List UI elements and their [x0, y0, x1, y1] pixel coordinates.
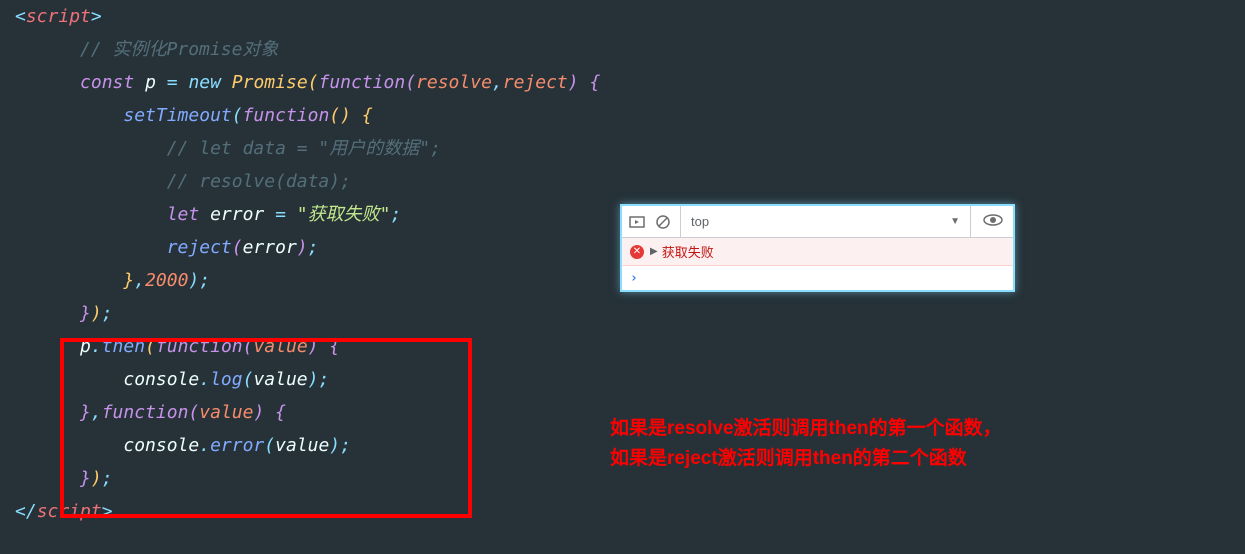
param-reject: reject: [503, 72, 568, 93]
paren: (: [243, 336, 254, 357]
clear-console-icon[interactable]: [654, 213, 672, 231]
context-selector[interactable]: top ▼: [680, 206, 971, 237]
context-label: top: [691, 214, 709, 229]
comment-line: // let data = "用户的数据";: [167, 138, 441, 159]
paren: (: [145, 336, 156, 357]
number-literal: 2000: [145, 270, 188, 291]
let-keyword: let: [167, 204, 200, 225]
expand-arrow-icon[interactable]: ▶: [650, 246, 658, 257]
variable-p: p: [80, 336, 91, 357]
paren: ): [91, 303, 102, 324]
paren: ): [568, 72, 579, 93]
function-keyword: function: [102, 402, 189, 423]
paren: ): [297, 237, 308, 258]
brace: {: [275, 402, 286, 423]
equals: =: [275, 204, 286, 225]
brace: }: [80, 468, 91, 489]
paren: (: [405, 72, 416, 93]
tag-close-bracket: >: [102, 501, 113, 522]
paren: ): [188, 270, 199, 291]
error-method: error: [210, 435, 264, 456]
tag-open-bracket: <: [15, 6, 26, 27]
const-keyword: const: [80, 72, 134, 93]
function-keyword: function: [156, 336, 243, 357]
paren: ): [91, 468, 102, 489]
paren: ): [308, 336, 319, 357]
tag-close-bracket: >: [91, 6, 102, 27]
reject-call: reject: [167, 237, 232, 258]
console-object: console: [123, 369, 199, 390]
error-icon: ✕: [630, 245, 644, 259]
brace: }: [80, 303, 91, 324]
paren: (): [329, 105, 351, 126]
equals: =: [167, 72, 178, 93]
brace: {: [362, 105, 373, 126]
arg-value: value: [275, 435, 329, 456]
paren: (: [188, 402, 199, 423]
error-message: 获取失败: [662, 242, 714, 261]
console-object: console: [123, 435, 199, 456]
paren: (: [243, 369, 254, 390]
paren: (: [308, 72, 319, 93]
function-keyword: function: [319, 72, 406, 93]
annotation-line-1: 如果是resolve激活则调用then的第一个函数，: [610, 414, 1002, 444]
console-input-row[interactable]: ›: [622, 266, 1013, 290]
promise-class: Promise: [232, 72, 308, 93]
devtools-console[interactable]: top ▼ ✕ ▶ 获取失败 ›: [620, 204, 1015, 292]
brace: {: [329, 336, 340, 357]
variable-error: error: [210, 204, 264, 225]
paren: ): [329, 435, 340, 456]
paren: ): [253, 402, 264, 423]
arg-value: value: [253, 369, 307, 390]
new-keyword: new: [188, 72, 221, 93]
console-error-entry[interactable]: ✕ ▶ 获取失败: [622, 238, 1013, 266]
annotation-line-2: 如果是reject激活则调用then的第二个函数: [610, 444, 1002, 474]
annotation-overlay: 如果是resolve激活则调用then的第一个函数， 如果是reject激活则调…: [610, 414, 1002, 474]
comment-line: // resolve(data);: [167, 171, 351, 192]
paren: (: [264, 435, 275, 456]
param-value: value: [199, 402, 253, 423]
param-value: value: [253, 336, 307, 357]
chevron-down-icon: ▼: [950, 216, 960, 227]
paren: (: [232, 105, 243, 126]
paren: (: [232, 237, 243, 258]
param-resolve: resolve: [416, 72, 492, 93]
variable-p: p: [145, 72, 156, 93]
arg-error: error: [243, 237, 297, 258]
live-expression-icon[interactable]: [979, 211, 1007, 232]
brace: }: [80, 402, 91, 423]
script-close-tag: script: [37, 501, 102, 522]
toggle-panel-icon[interactable]: [628, 213, 646, 231]
comment-line: // 实例化Promise对象: [80, 39, 278, 60]
then-method: then: [102, 336, 145, 357]
script-tag: script: [26, 6, 91, 27]
string-literal: "获取失败": [297, 204, 391, 225]
console-toolbar: top ▼: [622, 206, 1013, 238]
paren: ): [308, 369, 319, 390]
prompt-icon: ›: [630, 271, 638, 286]
log-method: log: [210, 369, 243, 390]
tag-open-bracket: </: [15, 501, 37, 522]
settimeout-call: setTimeout: [123, 105, 231, 126]
brace: }: [123, 270, 134, 291]
brace: {: [589, 72, 600, 93]
function-keyword: function: [243, 105, 330, 126]
